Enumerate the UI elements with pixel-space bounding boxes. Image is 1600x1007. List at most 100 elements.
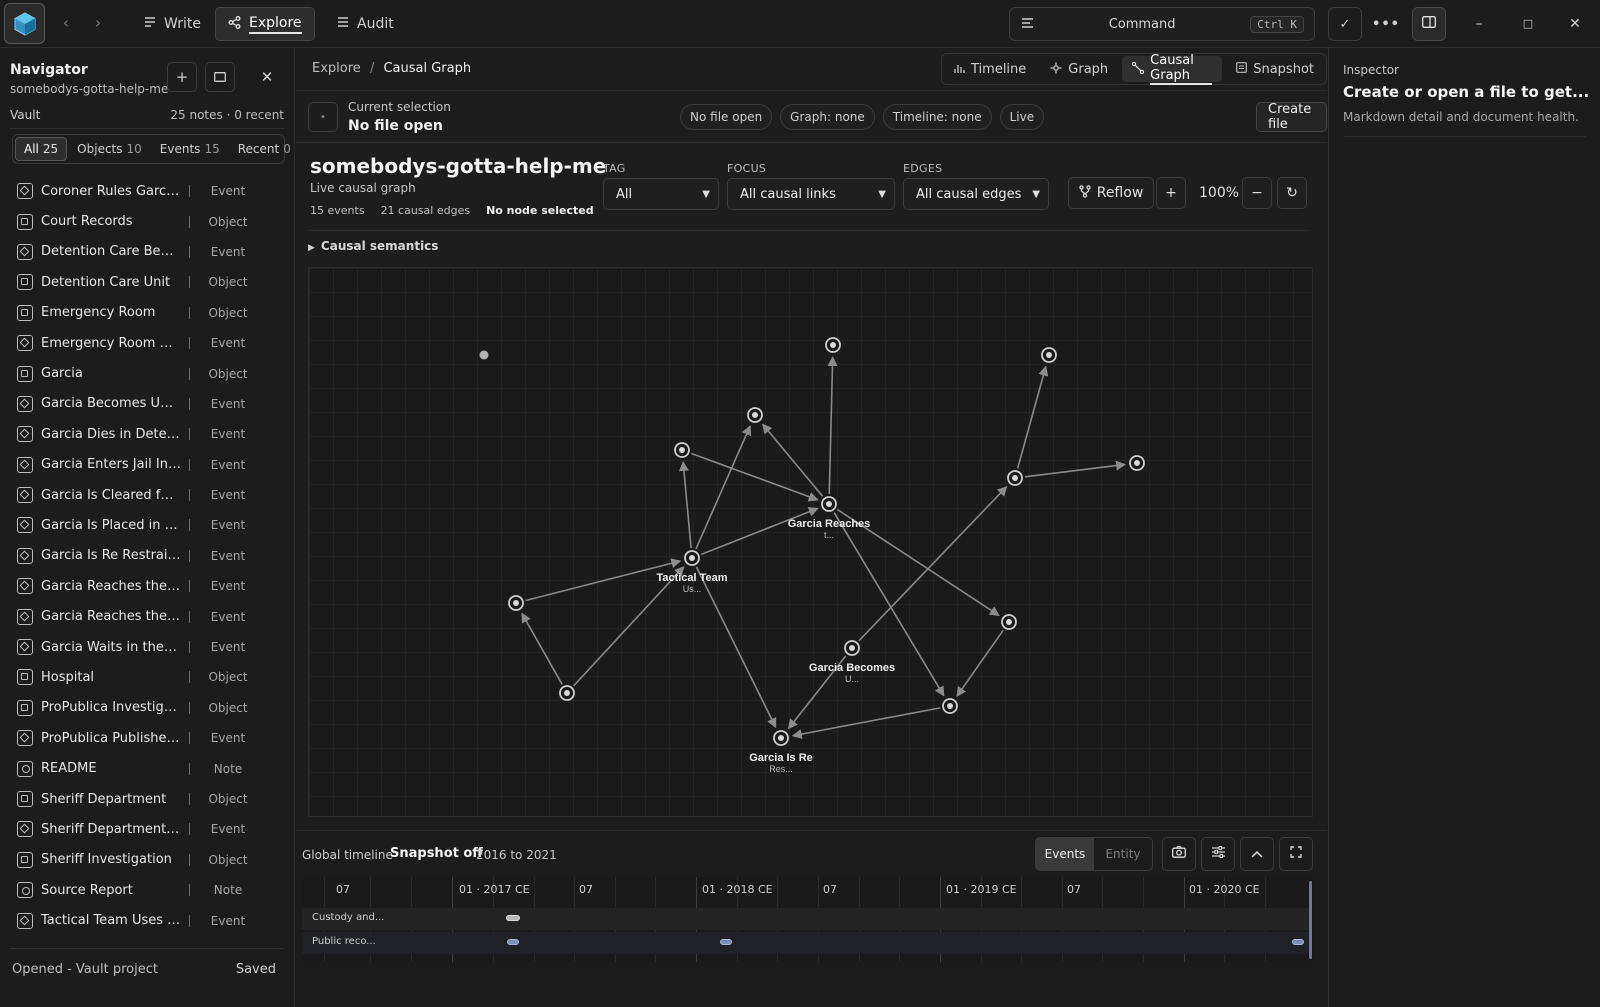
tab-graph[interactable]: Graph: [1040, 56, 1118, 82]
maximize-icon[interactable]: □: [1516, 12, 1540, 36]
close-window-icon[interactable]: ✕: [1563, 12, 1587, 36]
file-list-item[interactable]: Court Records Object: [10, 206, 283, 236]
more-options-button[interactable]: •••: [1369, 7, 1403, 41]
causal-node[interactable]: [684, 550, 700, 566]
zoom-in-button[interactable]: +: [1156, 177, 1186, 209]
causal-edge[interactable]: [827, 355, 838, 495]
file-list-item[interactable]: Garcia Becomes Unre... Event: [10, 389, 283, 419]
file-list-item[interactable]: Hospital Object: [10, 662, 283, 692]
tab-timeline[interactable]: Timeline: [944, 56, 1036, 82]
causal-node[interactable]: [1129, 455, 1145, 471]
timeline-row[interactable]: Custody and...: [302, 908, 1312, 930]
timeline-scrollbar[interactable]: [1309, 881, 1312, 959]
reflow-button[interactable]: Reflow: [1068, 177, 1154, 209]
forward-arrow-icon[interactable]: ›: [89, 14, 107, 32]
causal-edge[interactable]: [695, 425, 752, 550]
toggle-entity[interactable]: Entity: [1094, 838, 1152, 870]
file-list-item[interactable]: Sheriff Department Object: [10, 784, 283, 814]
timeline-track[interactable]: 07 01 · 2017 CE 07 01 · 2018 CE 07 01 · …: [302, 877, 1314, 962]
check-button[interactable]: ✓: [1328, 7, 1362, 41]
file-list-item[interactable]: Tactical Team Uses Fo... Event: [10, 905, 283, 935]
timeline-row[interactable]: Public reco...: [302, 932, 1312, 954]
file-list-item[interactable]: Garcia Dies in Detenti... Event: [10, 419, 283, 449]
file-list-item[interactable]: Source Report Note: [10, 875, 283, 905]
filter-tab-objects[interactable]: Objects 10: [69, 137, 150, 161]
reset-view-button[interactable]: ↻: [1277, 177, 1307, 209]
tab-snapshot[interactable]: Snapshot: [1226, 56, 1324, 82]
causal-edge[interactable]: [701, 507, 819, 556]
file-list-item[interactable]: ProPublica Publishes ... Event: [10, 723, 283, 753]
causal-node[interactable]: [1001, 614, 1017, 630]
file-list-item[interactable]: Garcia Object: [10, 358, 283, 388]
causal-node[interactable]: [825, 337, 841, 353]
causal-edge[interactable]: [678, 460, 692, 549]
causal-edge[interactable]: [791, 707, 941, 740]
causal-node[interactable]: [747, 407, 763, 423]
file-list-item[interactable]: Coroner Rules Garcias... Event: [10, 176, 283, 206]
snapshot-status[interactable]: Snapshot off: [390, 846, 483, 861]
causal-node[interactable]: [559, 685, 575, 701]
file-list-item[interactable]: Sheriff Department A... Event: [10, 814, 283, 844]
file-list-item[interactable]: Detention Care Bed O... Event: [10, 237, 283, 267]
causal-node[interactable]: [773, 730, 789, 746]
toggle-events[interactable]: Events: [1036, 838, 1094, 870]
causal-edge[interactable]: [1024, 460, 1127, 478]
mode-explore-button[interactable]: Explore: [215, 7, 315, 41]
file-list-item[interactable]: Garcia Enters Jail Intake Event: [10, 450, 283, 480]
zoom-out-button[interactable]: −: [1242, 177, 1272, 209]
create-file-button[interactable]: Create file: [1256, 102, 1327, 132]
camera-button[interactable]: [1162, 837, 1196, 871]
file-list-item[interactable]: Emergency Room Dia... Event: [10, 328, 283, 358]
tag-select[interactable]: All ▼: [603, 178, 719, 210]
add-note-button[interactable]: +: [167, 62, 197, 92]
minimize-icon[interactable]: –: [1467, 12, 1491, 36]
causal-node[interactable]: [821, 496, 837, 512]
filter-tab-recent[interactable]: Recent 0: [230, 137, 299, 161]
file-list-item[interactable]: Garcia Is Placed in Iso... Event: [10, 510, 283, 540]
mode-write-button[interactable]: Write: [132, 7, 213, 41]
mode-audit-button[interactable]: Audit: [325, 7, 406, 41]
command-palette-button[interactable]: Command Ctrl K: [1009, 7, 1315, 41]
back-arrow-icon[interactable]: ‹: [57, 14, 75, 32]
causal-edge[interactable]: [521, 612, 563, 685]
breadcrumb-root[interactable]: Explore: [312, 61, 361, 76]
collapse-timeline-button[interactable]: [1240, 837, 1274, 871]
timeline-event-bar[interactable]: [507, 939, 519, 945]
timeline-event-bar[interactable]: [720, 939, 732, 945]
file-list-item[interactable]: Garcia Is Cleared for ... Event: [10, 480, 283, 510]
filters-button[interactable]: [1201, 837, 1235, 871]
timeline-event-bar[interactable]: [506, 915, 520, 921]
file-list-item[interactable]: Emergency Room Object: [10, 298, 283, 328]
tab-causal-graph[interactable]: Causal Graph: [1122, 53, 1223, 85]
causal-node[interactable]: [1041, 347, 1057, 363]
file-list-item[interactable]: README Note: [10, 753, 283, 783]
causal-graph-svg[interactable]: Garcia Reachest... Tactical TeamUs... Garc…: [309, 268, 1313, 817]
causal-edge[interactable]: [762, 423, 824, 497]
timeline-event-bar[interactable]: [1292, 939, 1304, 945]
fullscreen-button[interactable]: [1279, 837, 1313, 871]
file-list-item[interactable]: Garcia Reaches the E... Event: [10, 601, 283, 631]
causal-node[interactable]: [942, 698, 958, 714]
file-list-item[interactable]: ProPublica Investigati... Object: [10, 693, 283, 723]
toggle-panel-button[interactable]: [1412, 7, 1446, 41]
causal-node[interactable]: [844, 640, 860, 656]
causal-edge[interactable]: [1016, 365, 1049, 469]
collapse-button[interactable]: [205, 62, 235, 92]
causal-edge[interactable]: [956, 629, 1004, 697]
close-navigator-button[interactable]: ✕: [252, 62, 282, 92]
file-list-item[interactable]: Sheriff Investigation Object: [10, 845, 283, 875]
causal-edge[interactable]: [695, 566, 777, 729]
file-list-item[interactable]: Detention Care Unit Object: [10, 267, 283, 297]
file-list-item[interactable]: Garcia Is Re Restraine... Event: [10, 541, 283, 571]
file-list-item[interactable]: Garcia Reaches the D... Event: [10, 571, 283, 601]
causal-edge[interactable]: [858, 485, 1008, 642]
focus-select[interactable]: All causal links ▼: [727, 178, 895, 210]
causal-node[interactable]: [508, 595, 524, 611]
edges-select[interactable]: All causal edges ▼: [903, 178, 1049, 210]
file-list-item[interactable]: Garcia Waits in the E... Event: [10, 632, 283, 662]
filter-tab-events[interactable]: Events 15: [152, 137, 228, 161]
causal-semantics-toggle[interactable]: ▶ Causal semantics: [308, 239, 438, 253]
filter-tab-all[interactable]: All 25: [15, 137, 68, 161]
causal-node[interactable]: [479, 350, 489, 360]
causal-edge[interactable]: [691, 452, 819, 502]
